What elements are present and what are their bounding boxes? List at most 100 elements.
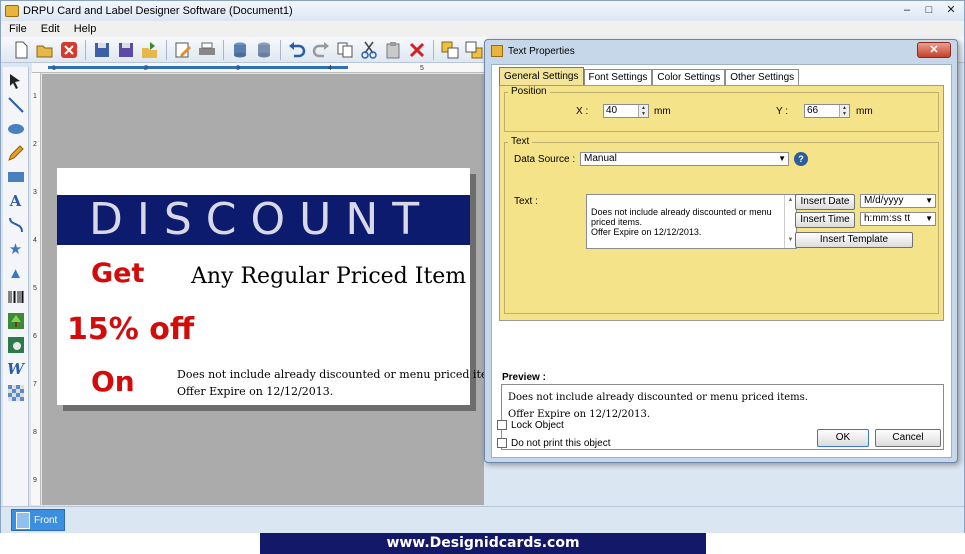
dialog-title: Text Properties [508, 45, 575, 57]
chevron-down-icon: ▼ [925, 214, 933, 223]
spinner-arrows-icon[interactable]: ▲ ▼ [638, 105, 648, 117]
save-as-icon[interactable] [116, 40, 136, 60]
help-icon[interactable]: ? [794, 152, 808, 166]
database-settings-icon[interactable] [254, 40, 274, 60]
menu-edit[interactable]: Edit [41, 23, 60, 35]
line-icon[interactable] [6, 95, 26, 115]
tab-color-settings[interactable]: Color Settings [652, 69, 726, 85]
item-text[interactable]: Any Regular Priced Item [191, 264, 466, 289]
y-position-value: 66 [807, 105, 819, 116]
spinner-arrows-icon[interactable]: ▲ ▼ [839, 105, 849, 117]
time-format-select[interactable]: h:mm:ss tt ▼ [860, 212, 936, 226]
text-content-input[interactable]: Does not include already discounted or m… [586, 194, 797, 249]
curve-icon[interactable] [6, 215, 26, 235]
print-icon[interactable] [197, 40, 217, 60]
tab-other-settings[interactable]: Other Settings [725, 69, 800, 85]
data-source-select[interactable]: Manual ▼ [580, 152, 789, 166]
save-icon[interactable] [92, 40, 112, 60]
toolbar-separator [85, 39, 86, 60]
insert-date-button[interactable]: Insert Date [795, 194, 855, 210]
x-position-value: 40 [606, 105, 618, 116]
cut-icon[interactable] [359, 40, 379, 60]
insert-time-button[interactable]: Insert Time [795, 212, 855, 228]
copy-icon[interactable] [335, 40, 355, 60]
website-banner[interactable]: www.Designidcards.com [260, 533, 706, 554]
new-icon[interactable] [11, 40, 31, 60]
lock-object-checkbox[interactable] [497, 420, 507, 430]
conditions-text[interactable]: Does not include already discounted or m… [177, 366, 507, 400]
data-source-label: Data Source : [514, 154, 576, 165]
ruler-tick: 5 [33, 285, 37, 292]
wordart-icon[interactable]: W [6, 359, 26, 379]
dialog-body: General Settings Font Settings Color Set… [491, 64, 952, 458]
triangle-icon[interactable]: ▲ [6, 263, 26, 283]
no-print-checkbox[interactable] [497, 438, 507, 448]
toolbar-separator [223, 39, 224, 60]
window-controls: – □ ✕ [900, 4, 958, 16]
edit-icon[interactable] [173, 40, 193, 60]
ruler-selection-indicator [48, 66, 348, 69]
undo-icon[interactable] [287, 40, 307, 60]
ok-button[interactable]: OK [817, 429, 869, 447]
conditions-line-2: Offer Expire on 12/12/2013. [177, 385, 334, 398]
maximize-button[interactable]: □ [922, 4, 936, 16]
delete-icon[interactable] [407, 40, 427, 60]
chevron-down-icon: ▼ [925, 196, 933, 205]
conditions-line-1: Does not include already discounted or m… [177, 368, 507, 381]
left-toolbox: A ★ ▲ W [3, 67, 29, 507]
ellipse-icon[interactable] [6, 119, 26, 139]
ruler-tick: 1 [33, 93, 37, 100]
star-icon[interactable]: ★ [6, 239, 26, 259]
text-label: Text : [514, 196, 538, 207]
date-format-select[interactable]: M/d/yyyy ▼ [860, 194, 936, 208]
picture-icon[interactable] [6, 311, 26, 331]
minimize-button[interactable]: – [900, 4, 914, 16]
menu-file[interactable]: File [9, 23, 27, 35]
discount-banner[interactable]: DISCOUNT [57, 195, 470, 245]
watermark-icon[interactable] [6, 383, 26, 403]
percent-text[interactable]: 15% off [67, 312, 194, 347]
toolbar-separator [280, 39, 281, 60]
close-button[interactable]: ✕ [944, 4, 958, 16]
y-position-input[interactable]: 66 ▲ ▼ [804, 104, 850, 118]
app-icon [5, 5, 19, 17]
ruler-tick: 2 [33, 141, 37, 148]
insert-template-button[interactable]: Insert Template [795, 232, 913, 248]
bring-front-icon[interactable] [440, 40, 460, 60]
general-settings-panel: Position X : 40 ▲ ▼ mm Y : 66 ▲ ▼ mm Text … [499, 85, 944, 321]
open-icon[interactable] [35, 40, 55, 60]
card-design[interactable]: DISCOUNT Get Any Regular Priced Item 15%… [57, 168, 507, 405]
text-content-value: Does not include already discounted or m… [591, 207, 772, 237]
x-position-input[interactable]: 40 ▲ ▼ [603, 104, 649, 118]
toolbar-separator [433, 39, 434, 60]
image-library-icon[interactable] [6, 335, 26, 355]
barcode-icon[interactable] [6, 287, 26, 307]
data-source-value: Manual [584, 153, 617, 164]
on-text[interactable]: On [91, 365, 135, 398]
ruler-tick: 2 [144, 65, 148, 72]
cancel-button[interactable]: Cancel [875, 429, 941, 447]
send-back-icon[interactable] [464, 40, 484, 60]
x-unit: mm [654, 106, 671, 117]
get-text[interactable]: Get [91, 258, 144, 289]
paste-icon[interactable] [383, 40, 403, 60]
database-icon[interactable] [230, 40, 250, 60]
redo-icon[interactable] [311, 40, 331, 60]
dialog-title-bar: Text Properties [485, 40, 957, 62]
front-side-tab[interactable]: Front [11, 509, 65, 531]
tab-general-settings[interactable]: General Settings [499, 67, 584, 85]
ruler-tick: 8 [33, 429, 37, 436]
close-doc-icon[interactable] [59, 40, 79, 60]
menu-help[interactable]: Help [74, 23, 97, 35]
pencil-icon[interactable] [6, 143, 26, 163]
date-format-value: M/d/yyyy [864, 195, 904, 206]
text-icon[interactable]: A [6, 191, 26, 211]
pointer-icon[interactable] [6, 71, 26, 91]
tab-font-settings[interactable]: Font Settings [583, 69, 653, 85]
dialog-close-button[interactable]: ✕ [917, 42, 951, 58]
y-unit: mm [856, 106, 873, 117]
ruler-tick: 4 [33, 237, 37, 244]
rectangle-icon[interactable] [6, 167, 26, 187]
export-icon[interactable] [140, 40, 160, 60]
dialog-icon [491, 45, 503, 57]
